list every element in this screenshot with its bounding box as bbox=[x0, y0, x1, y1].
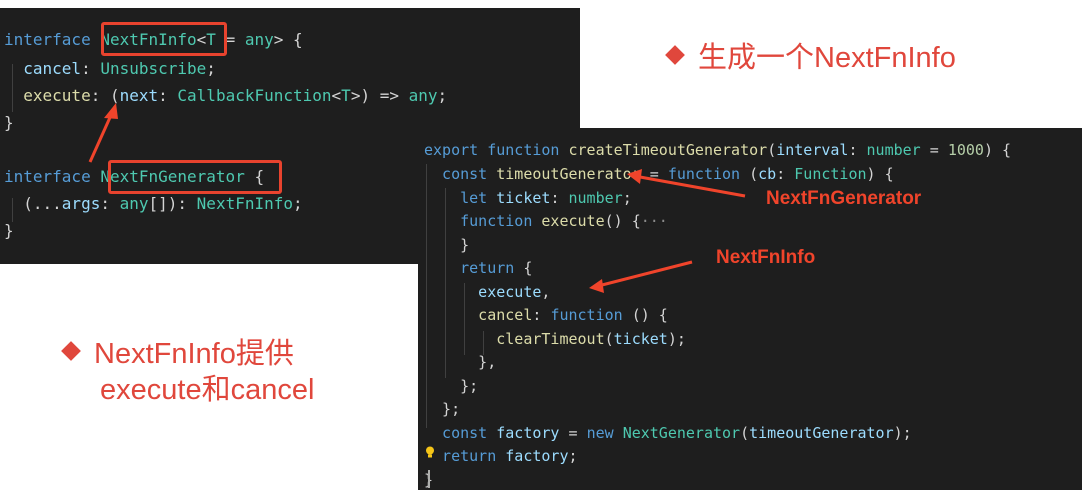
annotation-nextfninfo: NextFnInfo bbox=[716, 247, 816, 268]
code-line-2: const timeoutGenerator = function (cb: F… bbox=[424, 165, 894, 183]
code-line-3: let ticket: number; bbox=[424, 189, 632, 207]
code-line-8: cancel: function () { bbox=[424, 306, 668, 324]
fold-ellipsis-icon: ··· bbox=[640, 212, 668, 230]
code-line-4: } bbox=[4, 113, 14, 132]
text-cursor bbox=[428, 470, 430, 488]
code-line-1: export function createTimeoutGenerator(i… bbox=[424, 141, 1012, 159]
code-line-9: clearTimeout(ticket); bbox=[424, 330, 686, 348]
diamond-bullet-icon bbox=[61, 341, 81, 362]
code-line-5: } bbox=[424, 236, 470, 254]
code-line-2: cancel: Unsubscribe; bbox=[4, 59, 216, 78]
highlight-box-nextfninfo bbox=[101, 22, 227, 56]
annotation-nextfngenerator: NextFnGenerator bbox=[766, 188, 922, 209]
bullet-left-line1: NextFnInfo提供 bbox=[61, 336, 294, 372]
code-line-13: const factory = new NextGenerator(timeou… bbox=[424, 424, 912, 442]
lightbulb-icon[interactable] bbox=[425, 446, 435, 458]
code-line-7: execute, bbox=[424, 283, 551, 301]
code-line-3: execute: (next: CallbackFunction<T>) => … bbox=[4, 86, 448, 105]
bullet-top-right: 生成一个NextFnInfo bbox=[665, 40, 956, 76]
code-line-8: } bbox=[4, 221, 14, 240]
bullet-left-line2: execute和cancel bbox=[100, 374, 315, 406]
code-line-11: }; bbox=[424, 377, 479, 395]
diamond-bullet-icon bbox=[665, 45, 685, 66]
code-line-6: return { bbox=[424, 259, 533, 277]
code-line-10: }, bbox=[424, 353, 497, 371]
code-line-4-folded[interactable]: function execute() {··· bbox=[424, 209, 668, 233]
code-line-7: (...args: any[]): NextFnInfo; bbox=[4, 194, 303, 213]
code-line-12: }; bbox=[424, 400, 461, 418]
code-panel-generator: export function createTimeoutGenerator(i… bbox=[418, 128, 1082, 490]
code-line-14: return factory; bbox=[424, 447, 578, 465]
highlight-box-nextfngenerator bbox=[108, 160, 282, 194]
